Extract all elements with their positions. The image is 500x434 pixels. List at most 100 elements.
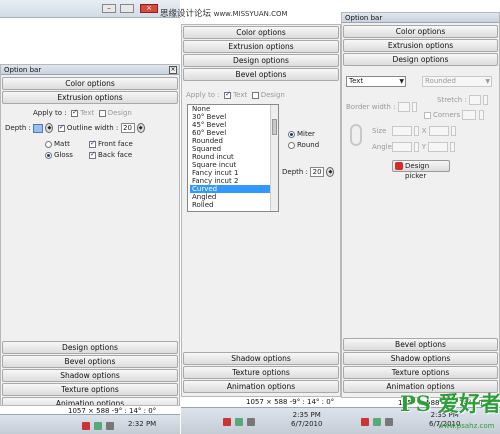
mid-apply-text-checkbox[interactable] <box>224 90 232 99</box>
bevel-list-item[interactable]: Fancy incut 1 <box>190 169 278 177</box>
angle-x-input[interactable] <box>392 142 413 152</box>
left-color-options-button[interactable]: Color options <box>2 77 178 90</box>
corners-row: Corners <box>424 110 484 120</box>
matt-option[interactable]: Matt <box>45 140 70 149</box>
mid-color-options-button[interactable]: Color options <box>183 26 339 39</box>
gloss-radio[interactable] <box>45 151 52 159</box>
left-design-options-button[interactable]: Design options <box>2 341 178 354</box>
link-chain-icon[interactable] <box>350 124 362 146</box>
top-window-strip: – × <box>0 0 180 18</box>
left-clock[interactable]: 2:32 PM <box>128 420 156 428</box>
depth-spin-icon[interactable]: ◆ <box>45 123 54 133</box>
left-shadow-options-button[interactable]: Shadow options <box>2 369 178 382</box>
apply-text-checkbox[interactable] <box>71 108 79 117</box>
size-x-input[interactable] <box>392 126 413 136</box>
right-texture-options-button[interactable]: Texture options <box>343 366 498 379</box>
corners-input[interactable] <box>462 110 477 120</box>
matt-radio[interactable] <box>45 140 52 148</box>
bevel-list-item[interactable]: Curved <box>190 185 278 193</box>
mid-texture-options-button[interactable]: Texture options <box>183 366 339 379</box>
bevel-list-item[interactable]: None <box>190 105 278 113</box>
mid-shadow-options-button[interactable]: Shadow options <box>183 352 339 365</box>
apply-text-label: Text <box>80 109 95 117</box>
border-width-spin[interactable] <box>412 102 418 112</box>
logo-url: www.psahz.com <box>438 422 495 430</box>
list-scrollbar[interactable] <box>270 105 278 211</box>
volume-icon[interactable] <box>106 422 114 430</box>
miter-option[interactable]: Miter <box>288 130 315 139</box>
front-face-option[interactable]: Front face <box>89 139 133 149</box>
back-face-checkbox[interactable] <box>89 150 96 159</box>
mid-design-options-button[interactable]: Design options <box>183 54 339 67</box>
left-extrusion-options-button[interactable]: Extrusion options <box>2 91 178 104</box>
stretch-row: Stretch : <box>437 95 489 105</box>
maximize-button[interactable] <box>120 4 134 13</box>
miter-radio[interactable] <box>288 130 295 138</box>
apply-design-checkbox[interactable] <box>98 109 106 117</box>
bevel-list-item[interactable]: Angled <box>190 193 278 201</box>
bevel-list-item[interactable]: Square incut <box>190 161 278 169</box>
left-animation-options-button[interactable]: Animation options <box>2 397 178 405</box>
bevel-list-item[interactable]: 60° Bevel <box>190 129 278 137</box>
volume-icon[interactable] <box>385 418 393 426</box>
mid-clock[interactable]: 2:35 PM 6/7/2010 <box>291 411 322 429</box>
left-texture-options-button[interactable]: Texture options <box>2 383 178 396</box>
back-face-option[interactable]: Back face <box>89 150 132 160</box>
network-icon[interactable] <box>235 418 243 426</box>
front-face-checkbox[interactable] <box>89 139 96 148</box>
outline-width-spin-icon[interactable]: ◆ <box>136 123 145 133</box>
tray-icons <box>80 421 116 430</box>
flag-icon[interactable] <box>361 418 369 426</box>
bevel-list-item[interactable]: 45° Bevel <box>190 121 278 129</box>
close-icon[interactable]: × <box>169 66 177 74</box>
depth-style-icon[interactable] <box>33 123 44 133</box>
type-select[interactable]: Text ▼ <box>346 76 406 87</box>
outline-width-input[interactable]: 20 <box>120 123 135 133</box>
corners-spin[interactable] <box>478 110 484 120</box>
network-icon[interactable] <box>373 418 381 426</box>
size-y-input[interactable] <box>428 126 449 136</box>
gloss-option[interactable]: Gloss <box>45 151 73 160</box>
close-button[interactable]: × <box>140 4 158 13</box>
middle-option-bar: Color options Extrusion options Design o… <box>181 24 341 397</box>
round-radio[interactable] <box>288 141 295 149</box>
bevel-list-item[interactable]: 30° Bevel <box>190 113 278 121</box>
mid-bevel-options-button[interactable]: Bevel options <box>183 68 339 81</box>
bevel-list-item[interactable]: Squared <box>190 145 278 153</box>
network-icon[interactable] <box>94 422 102 430</box>
logo-text: PS 爱好者 <box>400 391 500 416</box>
flag-icon[interactable] <box>223 418 231 426</box>
corners-checkbox[interactable] <box>424 111 431 119</box>
apply-to-label: Apply to : <box>33 109 67 117</box>
right-design-options-button[interactable]: Design options <box>343 53 498 66</box>
bevel-type-list[interactable]: None 30° Bevel 45° Bevel 60° Bevel Rounded Sq… <box>187 104 279 212</box>
left-bevel-options-button[interactable]: Bevel options <box>2 355 178 368</box>
angle-y-input[interactable] <box>428 142 449 152</box>
bevel-list-item[interactable]: Fancy incut 2 <box>190 177 278 185</box>
right-shadow-options-button[interactable]: Shadow options <box>343 352 498 365</box>
right-bevel-options-button[interactable]: Bevel options <box>343 338 498 351</box>
shape-select[interactable]: Rounded ▼ <box>422 76 492 87</box>
mid-depth-input[interactable]: 20 <box>310 167 325 177</box>
mid-animation-options-button[interactable]: Animation options <box>183 380 339 393</box>
flag-icon[interactable] <box>82 422 90 430</box>
minimize-button[interactable]: – <box>102 4 116 13</box>
stretch-spin[interactable] <box>483 95 489 105</box>
volume-icon[interactable] <box>247 418 255 426</box>
mid-depth-spin-icon[interactable]: ◆ <box>326 167 335 177</box>
mid-apply-design-checkbox[interactable] <box>251 91 259 99</box>
outline-width-checkbox[interactable] <box>57 123 65 132</box>
right-tray-icons <box>359 417 395 426</box>
stretch-input[interactable] <box>469 95 482 105</box>
mid-extrusion-options-button[interactable]: Extrusion options <box>183 40 339 53</box>
border-width-input[interactable] <box>397 102 410 112</box>
bevel-list-item[interactable]: Rounded <box>190 137 278 145</box>
bevel-list-item[interactable]: Rolled <box>190 201 278 209</box>
right-extrusion-options-button[interactable]: Extrusion options <box>343 39 498 52</box>
bevel-list-item[interactable]: Round incut <box>190 153 278 161</box>
design-picker-button[interactable]: Design picker <box>392 160 450 180</box>
chevron-down-icon: ▼ <box>399 78 404 85</box>
round-option[interactable]: Round <box>288 141 319 150</box>
left-option-bar: Option bar × Color options Extrusion opt… <box>0 64 180 406</box>
right-color-options-button[interactable]: Color options <box>343 25 498 38</box>
